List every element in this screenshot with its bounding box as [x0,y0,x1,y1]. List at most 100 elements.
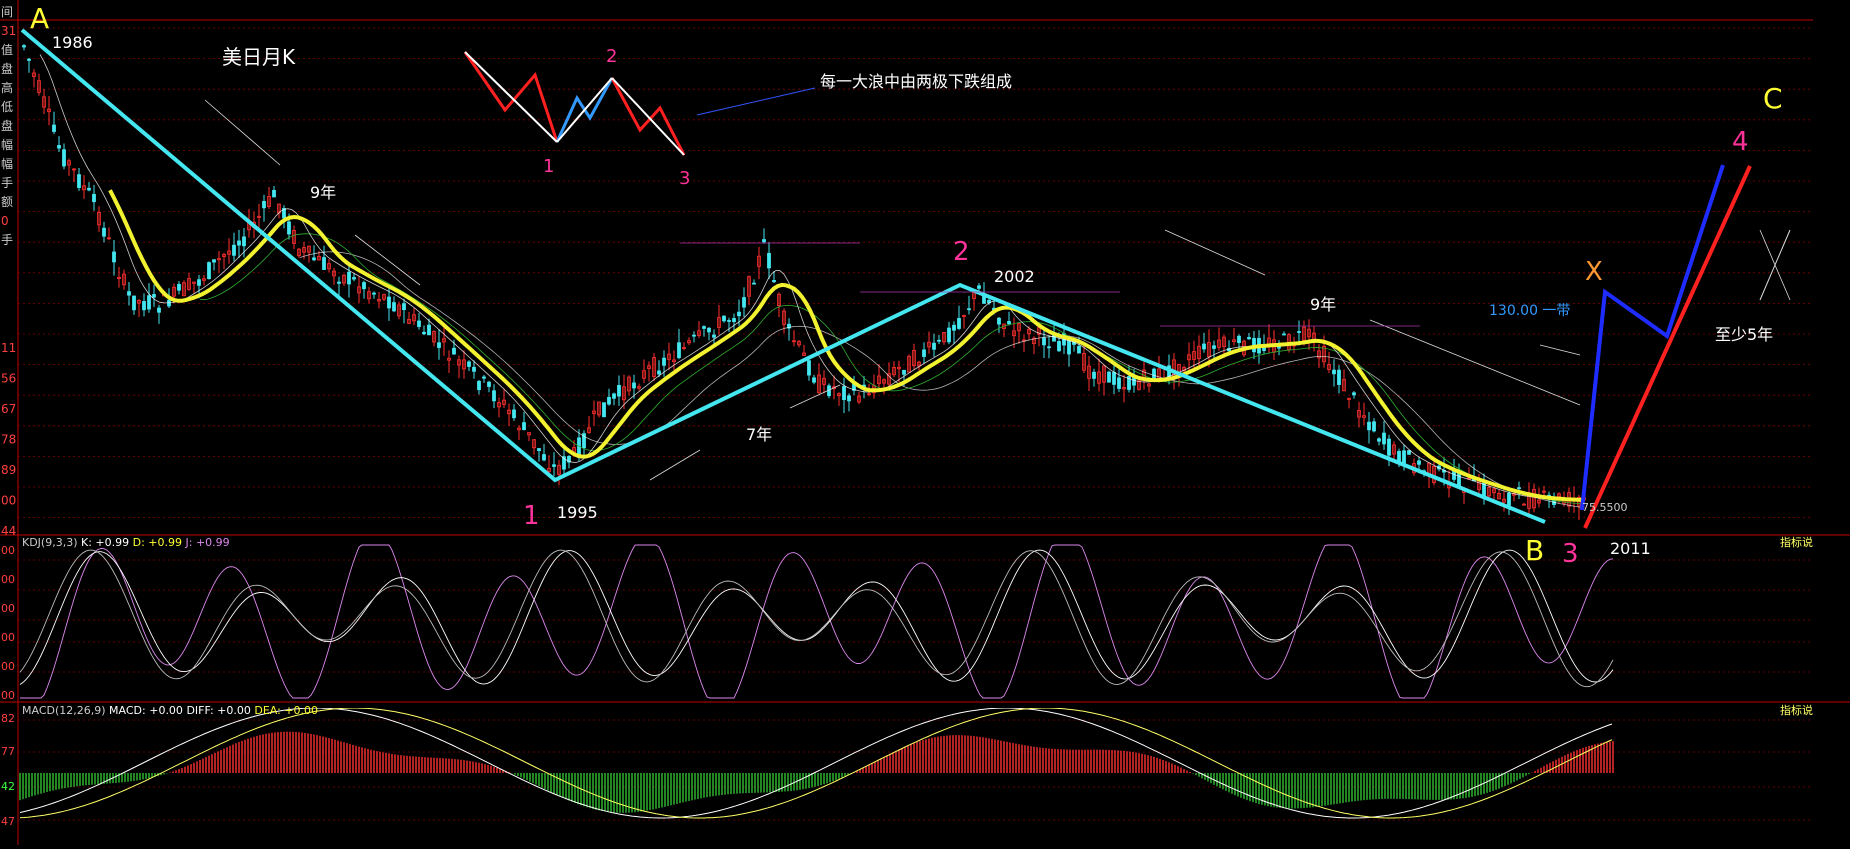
candle-body [1057,341,1061,352]
candle-body [612,393,616,399]
left-axis-label: 31 [1,24,16,38]
candle-body [272,190,276,198]
candle-body [57,145,61,149]
candle-body [62,149,66,167]
candle-body [417,320,421,327]
price-tag: 75.5500 [1582,501,1628,514]
year-label-1986: 1986 [52,33,93,52]
candle-body [902,369,906,375]
macd-tick-label: 42 [1,780,15,793]
candle-body [92,193,96,203]
candle-body [1282,333,1286,336]
candle-body [847,395,851,402]
projection-blue [1580,164,1725,511]
wave-letter-x: X [1585,257,1603,287]
candle-body [522,422,526,431]
candle-body [1507,492,1511,506]
candle-body [467,361,471,367]
candle-body [812,377,816,383]
macd-tick-label: 82 [1,712,15,725]
candle-body [1262,347,1266,351]
guide-line [789,384,841,409]
macd-label: MACD(12,26,9) MACD: +0.00 DIFF: +0.00 DE… [22,704,318,717]
kdj-tool-button[interactable]: 指标说 [1780,535,1813,549]
candle-body [1117,377,1121,389]
guide-line [1164,229,1266,276]
candle-body [152,294,156,298]
left-axis: 间31值盘高低盘幅幅手额0手11566778890044000000000000… [1,5,16,828]
candle-body [1092,371,1096,379]
candle-body [922,349,926,357]
candle-body [842,386,846,401]
left-axis-label: 手 [1,176,13,190]
candle-body [132,295,136,311]
candle-body [772,280,776,283]
guide-line [1539,344,1581,356]
grid [0,0,1850,845]
year-label-1995: 1995 [557,503,598,522]
kdj-label: KDJ(9,3,3) K: +0.99 D: +0.99 J: +0.99 [22,536,230,549]
year-label-2002: 2002 [994,267,1035,286]
moving-averages [39,54,1585,509]
wave-number-3: 3 [1562,539,1579,569]
candle-body [1382,432,1386,445]
candle-body [207,262,211,280]
ma-long-white [299,251,1585,509]
candle-body [157,307,161,313]
kdj-tick-label: 00 [1,544,15,557]
candle-body [197,279,201,286]
duration-label-9y-second: 9年 [1310,295,1336,314]
candle-body [947,327,951,343]
year-label-2011: 2011 [1610,539,1651,558]
left-axis-label: 44 [1,524,16,538]
candle-body [1372,421,1376,432]
guide-line [204,99,281,166]
candle-body [177,284,181,291]
ma-short-white [39,54,1584,501]
candle-body [262,201,266,209]
candle-body [232,244,236,256]
candle-body [632,382,636,389]
kdj-line-j [20,544,1614,699]
kdj-line-d [19,549,1614,688]
left-axis-label: 幅 [1,156,13,171]
candle-body [977,285,981,289]
wave-letter-b: B [1525,534,1544,567]
candle-body [127,291,131,296]
candle-body [617,384,621,397]
macd-tool-button[interactable]: 指标说 [1780,703,1813,717]
kdj-tick-label: 00 [1,573,15,586]
candle-body [392,302,396,312]
wave-number-4: 4 [1732,127,1749,157]
left-axis-label: 值 [1,42,13,57]
inset-pointer [696,87,816,116]
candle-body [402,303,406,311]
candle-body [142,301,146,311]
left-axis-label: 11 [1,341,16,355]
candle-body [1237,335,1241,344]
candle-body [1367,421,1371,431]
candle-body [552,464,556,467]
candle-body [1212,345,1216,349]
left-axis-label: 手 [1,233,13,247]
left-axis-label: 67 [1,402,16,416]
wave-number-1: 1 [523,501,540,531]
candle-body [1332,369,1336,375]
candle-body [87,187,91,191]
ma-main-yellow [108,189,1583,502]
inset-number-3: 3 [679,168,690,189]
candle-body [707,327,711,333]
candle-body [482,376,486,379]
candle-body [1517,487,1521,490]
candle-body [312,257,316,261]
kdj-tick-label: 00 [1,689,15,702]
candle-body [602,402,606,418]
candle-body [147,295,151,310]
duration-label-7y: 7年 [746,425,772,444]
inset-note: 每一大浪中由两极下跌组成 [820,72,1012,91]
candle-body [937,339,941,342]
kdj-tick-label: 00 [1,660,15,673]
wave-letter-c: C [1763,82,1783,115]
candle-body [287,221,291,235]
left-axis-label: 0 [1,214,9,228]
